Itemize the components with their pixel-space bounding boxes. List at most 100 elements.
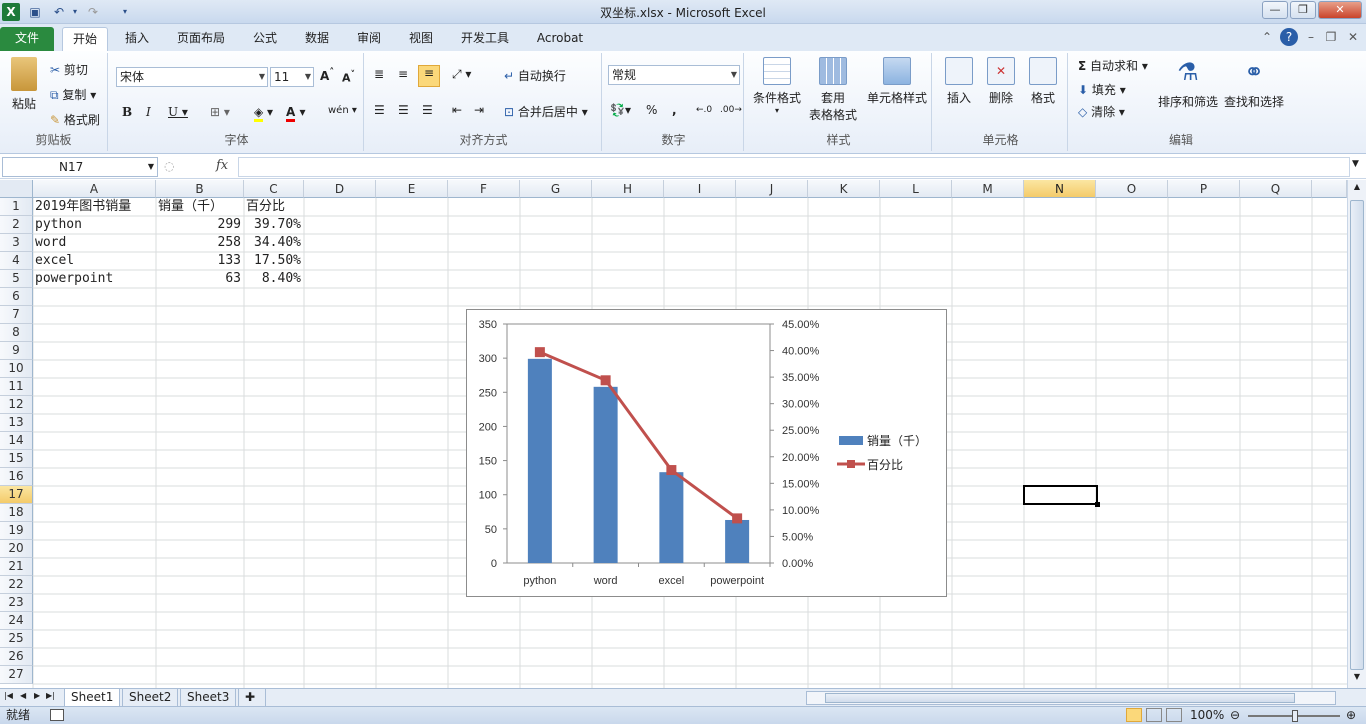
minimize-icon[interactable]: — — [1262, 1, 1288, 19]
format-cells-button[interactable]: 格式 — [1022, 57, 1064, 106]
find-select-button[interactable]: ⚭ 查找和选择 — [1222, 57, 1286, 110]
format-painter-button[interactable]: ✎ 格式刷 — [50, 111, 100, 128]
column-header-B[interactable]: B — [156, 180, 244, 198]
merge-center-button[interactable]: ⊡ 合并后居中 ▾ — [504, 103, 588, 120]
phonetic-icon[interactable]: wén ▾ — [328, 105, 357, 116]
next-sheet-icon[interactable]: ▶ — [34, 691, 40, 700]
border-icon[interactable]: ⊞ ▾ — [210, 105, 230, 119]
row-header-20[interactable]: 20 — [0, 540, 33, 558]
row-header-8[interactable]: 8 — [0, 324, 33, 342]
row-header-18[interactable]: 18 — [0, 504, 33, 522]
row-header-4[interactable]: 4 — [0, 252, 33, 270]
align-middle-icon[interactable]: ≡ — [398, 67, 408, 81]
copy-button[interactable]: ⧉ 复制 ▾ — [50, 86, 96, 103]
fill-handle[interactable] — [1095, 502, 1100, 507]
tab-view[interactable]: 视图 — [402, 27, 440, 51]
column-header-Q[interactable]: Q — [1240, 180, 1312, 198]
scroll-down-icon[interactable]: ▼ — [1350, 672, 1364, 686]
cell-C3[interactable]: 34.40% — [246, 234, 304, 252]
row-header-24[interactable]: 24 — [0, 612, 33, 630]
row-header-19[interactable]: 19 — [0, 522, 33, 540]
cut-button[interactable]: ✂ 剪切 — [50, 61, 88, 78]
font-name-select[interactable]: 宋体 ▼ — [116, 67, 268, 87]
shrink-font-button[interactable]: A˅ — [342, 69, 355, 85]
align-left-icon[interactable]: ☰ — [374, 103, 385, 117]
fill-button[interactable]: ⬇ 填充 ▾ — [1078, 81, 1126, 98]
row-header-23[interactable]: 23 — [0, 594, 33, 612]
percent-button[interactable]: % — [646, 103, 657, 117]
format-as-table-button[interactable]: 套用 表格格式 — [804, 57, 862, 123]
row-header-14[interactable]: 14 — [0, 432, 33, 450]
column-header-N[interactable]: N — [1024, 180, 1096, 198]
italic-button[interactable]: I — [146, 105, 151, 119]
cell-A1[interactable]: 2019年图书销量 — [35, 198, 156, 216]
comma-button[interactable]: , — [672, 103, 677, 117]
tab-acrobat[interactable]: Acrobat — [530, 27, 590, 51]
select-all-corner[interactable] — [0, 180, 33, 198]
column-header-C[interactable]: C — [244, 180, 304, 198]
cell-B4[interactable]: 133 — [158, 252, 244, 270]
insert-cells-button[interactable]: 插入 — [938, 57, 980, 106]
zoom-slider-thumb[interactable] — [1292, 710, 1298, 722]
cell-C2[interactable]: 39.70% — [246, 216, 304, 234]
column-header-F[interactable]: F — [448, 180, 520, 198]
help-icon[interactable]: ? — [1280, 28, 1298, 46]
column-header-H[interactable]: H — [592, 180, 664, 198]
zoom-level[interactable]: 100% — [1190, 707, 1224, 724]
zoom-out-icon[interactable]: ⊖ — [1230, 707, 1240, 724]
increase-indent-icon[interactable]: ⇥ — [474, 103, 484, 117]
sheet-tab-2[interactable]: Sheet2 — [122, 689, 179, 707]
tab-developer[interactable]: 开发工具 — [454, 27, 516, 51]
tab-page-layout[interactable]: 页面布局 — [170, 27, 232, 51]
row-header-21[interactable]: 21 — [0, 558, 33, 576]
last-sheet-icon[interactable]: ▶| — [46, 691, 55, 700]
row-header-27[interactable]: 27 — [0, 666, 33, 684]
macro-record-icon[interactable] — [50, 709, 64, 721]
column-header-E[interactable]: E — [376, 180, 448, 198]
restore-icon[interactable]: ❐ — [1290, 1, 1316, 19]
underline-button[interactable]: U ▾ — [168, 105, 188, 119]
font-size-select[interactable]: 11 ▼ — [270, 67, 314, 87]
cell-A3[interactable]: word — [35, 234, 156, 252]
horizontal-scrollbar[interactable] — [806, 691, 1336, 705]
row-header-11[interactable]: 11 — [0, 378, 33, 396]
fill-color-icon[interactable]: ◈ ▾ — [254, 105, 273, 122]
normal-view-icon[interactable] — [1126, 708, 1142, 722]
insert-function-button[interactable]: fx — [216, 158, 228, 173]
cell-C5[interactable]: 8.40% — [246, 270, 304, 288]
row-header-16[interactable]: 16 — [0, 468, 33, 486]
decrease-decimal-icon[interactable]: .00→ — [720, 105, 742, 115]
active-cell-selection[interactable] — [1023, 485, 1100, 507]
cell-B1[interactable]: 销量（千） — [158, 198, 244, 216]
column-header-A[interactable]: A — [33, 180, 156, 198]
align-right-icon[interactable]: ☰ — [422, 103, 433, 117]
name-box[interactable]: N17 ▼ — [2, 157, 158, 177]
grow-font-button[interactable]: A˄ — [320, 67, 334, 83]
row-header-7[interactable]: 7 — [0, 306, 33, 324]
scroll-thumb[interactable] — [1350, 200, 1364, 670]
currency-icon[interactable]: 💱▾ — [610, 103, 631, 117]
tab-data[interactable]: 数据 — [298, 27, 336, 51]
tab-file[interactable]: 文件 — [0, 27, 54, 51]
row-header-3[interactable]: 3 — [0, 234, 33, 252]
zoom-slider[interactable] — [1248, 710, 1340, 722]
row-header-1[interactable]: 1 — [0, 198, 33, 216]
page-layout-view-icon[interactable] — [1146, 708, 1162, 722]
collapse-ribbon-icon[interactable]: ⌃ — [1258, 28, 1276, 46]
first-sheet-icon[interactable]: |◀ — [4, 691, 13, 700]
tab-formulas[interactable]: 公式 — [246, 27, 284, 51]
clear-button[interactable]: ◇ 清除 ▾ — [1078, 103, 1125, 120]
row-header-9[interactable]: 9 — [0, 342, 33, 360]
row-header-2[interactable]: 2 — [0, 216, 33, 234]
bold-button[interactable]: B — [122, 105, 132, 119]
column-header-K[interactable]: K — [808, 180, 880, 198]
tab-review[interactable]: 审阅 — [350, 27, 388, 51]
cell-B2[interactable]: 299 — [158, 216, 244, 234]
row-header-25[interactable]: 25 — [0, 630, 33, 648]
tab-home[interactable]: 开始 — [62, 27, 108, 51]
tab-insert[interactable]: 插入 — [118, 27, 156, 51]
font-color-icon[interactable]: A ▾ — [286, 105, 306, 122]
cell-C1[interactable]: 百分比 — [246, 198, 304, 216]
wrap-text-button[interactable]: ↵ 自动换行 — [504, 67, 566, 84]
sheet-tab-1[interactable]: Sheet1 — [64, 689, 121, 707]
